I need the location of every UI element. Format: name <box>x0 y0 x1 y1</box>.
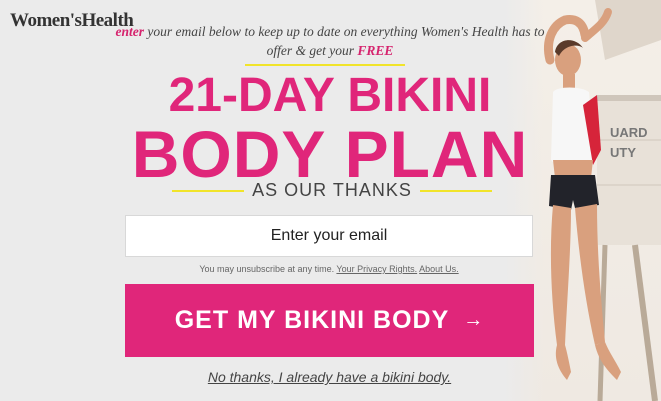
intro-text: enter your email below to keep up to dat… <box>110 22 550 60</box>
email-input[interactable] <box>125 215 533 257</box>
fine-print: You may unsubscribe at any time. Your Pr… <box>125 264 533 274</box>
intro-body: your email below to keep up to date on e… <box>143 24 545 58</box>
thanks-divider-right <box>420 190 492 192</box>
top-divider <box>245 64 405 66</box>
intro-highlight-free: FREE <box>357 43 394 58</box>
arrow-right-icon: → <box>463 309 485 331</box>
thanks-row: AS OUR THANKS <box>172 180 492 202</box>
privacy-rights-link[interactable]: Your Privacy Rights. <box>336 264 417 274</box>
headline: 21-DAY BIKINI BODY PLAN <box>100 69 560 191</box>
cta-label: GET MY BIKINI BODY <box>174 306 450 334</box>
headline-line-1: 21-DAY BIKINI <box>168 69 492 122</box>
about-us-link[interactable]: About Us. <box>419 264 459 274</box>
signup-modal: UARD UTY Women'sHealth enter your e <box>0 0 661 401</box>
get-bikini-body-button[interactable]: GET MY BIKINI BODY → <box>125 284 534 357</box>
unsubscribe-note: You may unsubscribe at any time. <box>199 264 335 274</box>
headline-line-2: BODY PLAN <box>131 117 529 191</box>
decline-link[interactable]: No thanks, I already have a bikini body. <box>125 369 534 385</box>
intro-highlight-enter: enter <box>115 24 144 39</box>
